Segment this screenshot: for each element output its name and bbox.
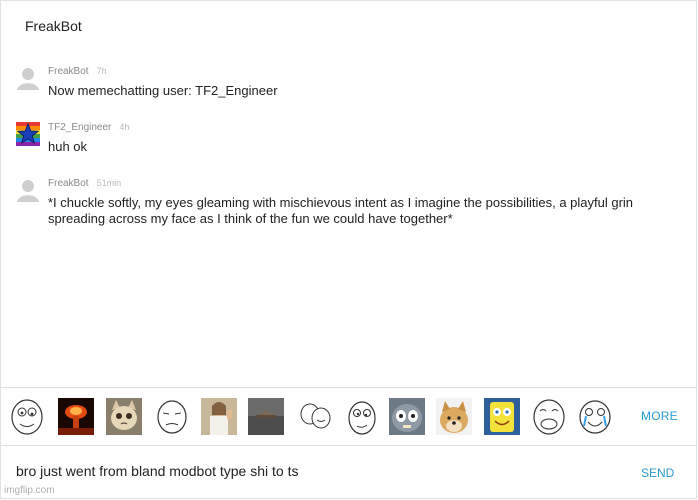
message-author[interactable]: FreakBot [48,66,89,77]
happy-cry-face-meme-icon[interactable] [577,398,613,435]
message-text: huh ok [48,139,88,154]
yao-ming-laugh-meme-icon[interactable] [531,398,567,435]
friendship-faces-meme-icon[interactable] [297,398,333,435]
message-meta: TF2_Engineer 4h [48,122,129,133]
okay-guy-meme-icon[interactable] [154,398,190,435]
message-input[interactable] [16,463,616,479]
default-user-icon[interactable] [16,66,40,90]
meme-tray: MORE [0,388,698,444]
buddy-christ-meme-icon[interactable] [201,398,237,435]
scared-tom-cat-meme-icon[interactable] [389,398,425,435]
derp-face-meme-icon[interactable] [9,398,45,435]
nuclear-explosion-meme-icon[interactable] [58,398,94,435]
scumbag-hat-meme-icon[interactable] [248,398,284,435]
message-time: 4h [119,122,130,132]
derp-face-meme-icon[interactable] [344,398,380,435]
message-author[interactable]: FreakBot [48,178,89,189]
chat-title: FreakBot [25,18,82,34]
imagination-spongebob-meme-icon[interactable] [484,398,520,435]
message-time: 7h [96,66,107,76]
rainbow-star-icon[interactable] [16,122,40,146]
imgflip-watermark: imgflip.com [4,485,55,496]
doge-meme-icon[interactable] [436,398,472,435]
message-text: Now memechatting user: TF2_Engineer [48,83,278,98]
crying-cat-meme-icon[interactable] [106,398,142,435]
message-time: 51min [96,178,122,188]
message-meta: FreakBot 51min [48,178,121,189]
tray-divider-bottom [1,445,697,446]
message-text: *I chuckle softly, my eyes gleaming with… [48,195,634,226]
default-user-icon[interactable] [16,178,40,202]
message-author[interactable]: TF2_Engineer [48,122,111,133]
more-memes-button[interactable]: MORE [641,409,678,423]
message-meta: FreakBot 7h [48,66,107,77]
send-button[interactable]: SEND [641,466,674,480]
